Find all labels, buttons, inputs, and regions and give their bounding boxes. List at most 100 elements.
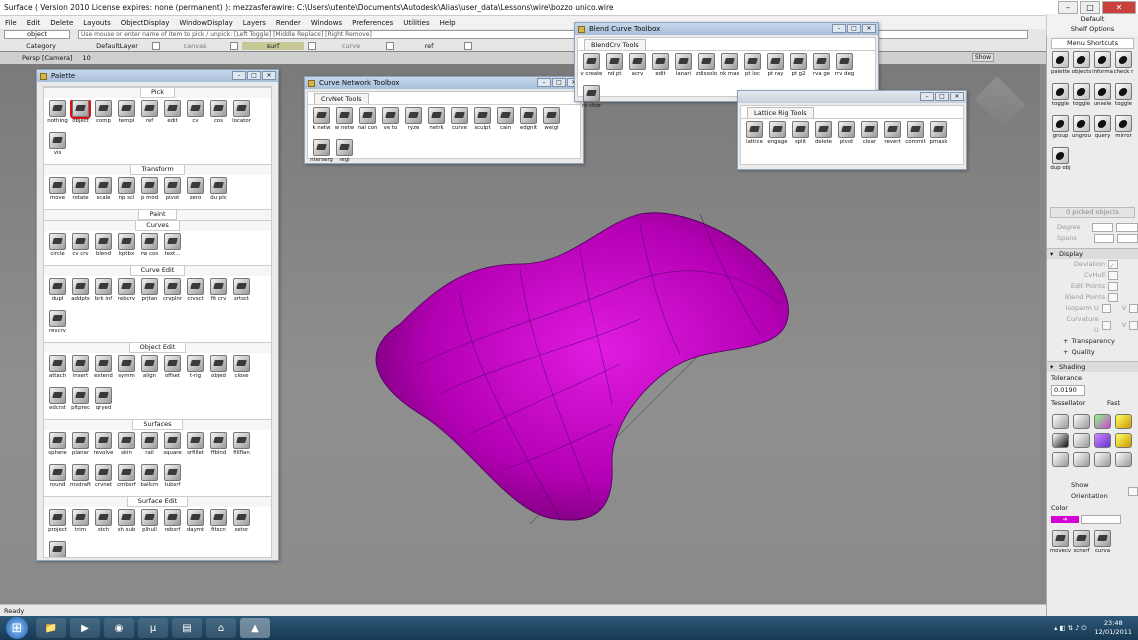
tool-objed[interactable]: objed [207, 355, 230, 387]
command-hint-field[interactable]: Use mouse or enter name of item to pick … [78, 30, 1028, 39]
tool-v-create[interactable]: v create [580, 53, 603, 85]
tool-cv-crv[interactable]: cv crv [69, 233, 92, 265]
palette-section-header[interactable]: Pick [44, 87, 271, 98]
minimize-button[interactable]: – [232, 71, 246, 80]
display-row-checkbox[interactable]: ✓ [1108, 260, 1118, 270]
tool-plhull[interactable]: plhull [138, 509, 161, 541]
tool-rv-chor[interactable]: rv chor [580, 85, 603, 117]
shade-mode-9-icon[interactable] [1052, 452, 1069, 467]
tool-crvnet[interactable]: crvnet [92, 464, 115, 496]
cnt-tab[interactable]: CrvNet Tools [314, 93, 369, 104]
tool-insert[interactable]: insert [69, 355, 92, 387]
tool-locator[interactable]: locator [230, 100, 253, 132]
tool-edcrst[interactable]: edcrst [46, 387, 69, 419]
display-row-checkbox[interactable] [1108, 271, 1118, 280]
start-button[interactable]: ⊞ [6, 617, 28, 639]
spans-field[interactable] [1093, 234, 1115, 243]
shade-mode-1-icon[interactable] [1052, 414, 1069, 429]
tool-cos[interactable]: cos [207, 100, 230, 132]
close-button[interactable]: ✕ [862, 24, 876, 33]
tool-rrv-deg[interactable]: rrv deg [833, 53, 856, 85]
tool-rva-ge[interactable]: rva ge [810, 53, 833, 85]
shading-section[interactable]: Shading [1047, 361, 1138, 372]
tool-toggle[interactable]: toggle [1071, 83, 1092, 115]
shade-mode-12-icon[interactable] [1115, 452, 1132, 467]
minimize-button[interactable]: – [832, 24, 846, 33]
tool-move[interactable]: move [46, 177, 69, 209]
tool-edit[interactable]: edit [161, 100, 184, 132]
tool-objects[interactable]: objects [1071, 51, 1092, 83]
maximize-button[interactable]: □ [247, 71, 261, 80]
tool-du-plc[interactable]: du plc [207, 177, 230, 209]
tool-zdissolo[interactable]: zdissolo [695, 53, 718, 85]
viewport-label[interactable]: Persp [Camera] [22, 54, 73, 62]
color-swatch[interactable]: ➜ [1051, 516, 1079, 523]
tool-scale[interactable]: scale [92, 177, 115, 209]
tool-align[interactable]: align [138, 355, 161, 387]
tool-square[interactable]: square [161, 432, 184, 464]
tool-ve-to[interactable]: ve to [379, 107, 402, 139]
shade-mode-3-icon[interactable] [1094, 414, 1111, 429]
tool-k-netw[interactable]: k netw [310, 107, 333, 139]
tool-t-rig[interactable]: t-rig [184, 355, 207, 387]
minimize-button[interactable]: – [1058, 1, 1078, 14]
tool-dup-obj[interactable]: dup obj [1050, 147, 1071, 179]
show-orientation-checkbox[interactable] [1128, 486, 1138, 496]
tool-pivot[interactable]: pivot [835, 121, 858, 153]
layer-checkbox[interactable] [308, 41, 316, 50]
tool-acrv[interactable]: acrv [626, 53, 649, 85]
tool-ref[interactable]: ref [138, 100, 161, 132]
shade-mode-11-icon[interactable] [1094, 452, 1111, 467]
tool-ffblnd[interactable]: ffblnd [207, 432, 230, 464]
tool-kptbx[interactable]: kptbx [115, 233, 138, 265]
palette-section-header[interactable]: Surfaces [44, 419, 271, 430]
tool-cmbsrf[interactable]: cmbsrf [115, 464, 138, 496]
shade-mode-6-icon[interactable] [1073, 433, 1090, 448]
shade-mode-2-icon[interactable] [1073, 414, 1090, 429]
tolerance-field[interactable]: 0.0190 [1051, 385, 1085, 396]
shade-mode-4-icon[interactable] [1115, 414, 1132, 429]
menu-render[interactable]: Render [271, 19, 306, 27]
menu-delete[interactable]: Delete [45, 19, 78, 27]
show-orientation-row[interactable]: Show Orientation [1047, 480, 1138, 502]
pick-mode-field[interactable]: object [4, 30, 70, 39]
tool-vis[interactable]: vis [46, 132, 69, 164]
menu-windowdisplay[interactable]: WindowDisplay [174, 19, 237, 27]
palette-section-header[interactable]: Transform [44, 164, 271, 175]
taskbar-network-icon[interactable]: ⌂ [206, 618, 236, 638]
category-label[interactable]: Category [0, 42, 82, 50]
tool-templ[interactable]: templ [115, 100, 138, 132]
color-field[interactable] [1081, 515, 1121, 524]
display-row-checkbox[interactable] [1108, 293, 1118, 302]
palette-section-header[interactable]: Curve Edit [44, 265, 271, 276]
tool-revert[interactable]: revert [881, 121, 904, 153]
tessellator-fast[interactable]: Fast [1107, 399, 1120, 408]
tool-curve[interactable]: curve [448, 107, 471, 139]
display-row-checkbox[interactable] [1101, 320, 1111, 330]
cnt-titlebar[interactable]: Curve Network Toolbox –□✕ [305, 77, 583, 89]
tool-offset[interactable]: offset [161, 355, 184, 387]
layer-canvas[interactable]: canvas [164, 42, 226, 50]
tool-crvplnr[interactable]: crvplnr [161, 278, 184, 310]
tool-pltprec[interactable]: pltprec [69, 387, 92, 419]
tool-sh-sub[interactable]: sh sub [115, 509, 138, 541]
quality-row[interactable]: + Quality [1047, 347, 1138, 358]
tool-edgnit[interactable]: edgnit [517, 107, 540, 139]
palette-titlebar[interactable]: Palette – □ ✕ [37, 70, 278, 82]
tool-regi[interactable]: regi [333, 139, 356, 171]
layer-checkbox[interactable] [152, 41, 160, 50]
tool-pt-g2[interactable]: pt g2 [787, 53, 810, 85]
tool-delete[interactable]: delete [812, 121, 835, 153]
lrt-tab[interactable]: Lattice Rig Tools [747, 107, 814, 118]
maximize-button[interactable]: □ [552, 78, 566, 87]
tool-fitscn[interactable]: fitscn [207, 509, 230, 541]
tool-edit[interactable]: edit [649, 53, 672, 85]
tool-crvsct[interactable]: crvsct [184, 278, 207, 310]
tool-informa[interactable]: informa [1092, 51, 1113, 83]
degree-field-v[interactable] [1116, 223, 1138, 232]
tool-project[interactable]: project [46, 509, 69, 541]
tool-lanari[interactable]: lanari [672, 53, 695, 85]
tool-nd-pt[interactable]: nd pt [603, 53, 626, 85]
shade-mode-7-icon[interactable] [1094, 433, 1111, 448]
menu-utilities[interactable]: Utilities [398, 19, 434, 27]
